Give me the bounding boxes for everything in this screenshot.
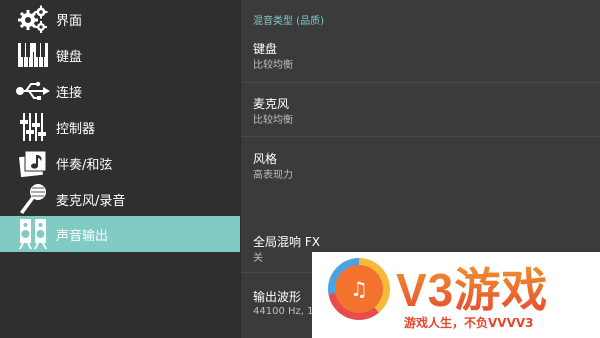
sidebar-item-label: 键盘: [56, 49, 83, 65]
usb-icon: [16, 75, 50, 107]
setting-summary: 比较均衡: [253, 115, 293, 126]
setting-summary: 比较均衡: [253, 60, 293, 71]
sidebar-item-label: 麦克风/录音: [56, 193, 126, 209]
watermark-brand: V3游戏: [396, 254, 548, 320]
music-note-icon: [16, 147, 50, 179]
setting-summary: 高表现力: [253, 170, 293, 181]
sidebar-item-sound-output[interactable]: 声音输出: [0, 216, 240, 252]
sidebar-item-keyboard[interactable]: 键盘: [0, 37, 240, 73]
setting-title: 输出波形: [253, 290, 302, 304]
music-note-icon: ♫: [335, 265, 383, 313]
sidebar: 界面 键盘 连接 控制器 伴奏/和弦 麦克风/录音 声音输出: [0, 0, 240, 338]
microphone-icon: [16, 183, 50, 215]
watermark-logo: ♫: [328, 258, 390, 320]
watermark: ♫ V3游戏 游戏人生，不负VVVV3: [312, 252, 600, 338]
sidebar-item-controller[interactable]: 控制器: [0, 109, 240, 145]
section-header: 混音类型 (品质): [253, 16, 324, 27]
sidebar-item-accompaniment[interactable]: 伴奏/和弦: [0, 145, 240, 181]
watermark-slogan: 游戏人生，不负VVVV3: [404, 316, 534, 330]
setting-style[interactable]: 风格 高表现力: [241, 137, 600, 217]
setting-title: 麦克风: [253, 97, 290, 111]
setting-summary: 关: [253, 253, 263, 264]
gears-icon: [16, 3, 50, 35]
sidebar-item-label: 控制器: [56, 121, 96, 137]
setting-title: 风格: [253, 152, 278, 166]
speakers-icon: [16, 218, 50, 250]
sidebar-item-label: 连接: [56, 85, 83, 101]
sidebar-item-label: 界面: [56, 13, 83, 29]
sliders-icon: [16, 111, 50, 143]
setting-title: 全局混响 FX: [253, 235, 320, 249]
piano-keys-icon: [16, 39, 50, 71]
setting-summary: 44100 Hz, 16: [253, 306, 320, 317]
sidebar-item-microphone[interactable]: 麦克风/录音: [0, 181, 240, 217]
sidebar-item-interface[interactable]: 界面: [0, 1, 240, 37]
setting-microphone[interactable]: 麦克风 比较均衡: [241, 83, 600, 136]
setting-keyboard[interactable]: 键盘 比较均衡: [241, 32, 600, 82]
sidebar-item-label: 伴奏/和弦: [56, 157, 113, 173]
setting-title: 键盘: [253, 42, 278, 56]
sidebar-item-label: 声音输出: [56, 228, 109, 244]
sidebar-item-connection[interactable]: 连接: [0, 73, 240, 109]
